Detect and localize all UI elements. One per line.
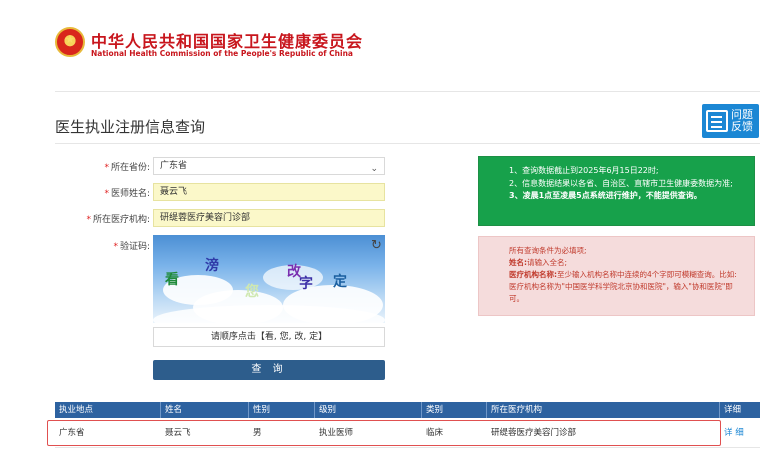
site-header: 中华人民共和国国家卫生健康委员会 National Health Commiss… <box>0 0 782 80</box>
document-icon <box>706 110 728 132</box>
province-value: 广东省 <box>160 161 188 171</box>
notice-req-line-1: 所有查询条件为必填项; <box>509 246 587 255</box>
captcha-label: * 验证码: <box>113 242 150 252</box>
captcha-hint: 请顺序点击【看, 您, 改, 定】 <box>153 327 385 347</box>
page-title: 医生执业注册信息查询 <box>55 118 206 136</box>
notice-info-line-3: 3、凌晨1点至凌晨5点系统进行维护，不能提供查询。 <box>509 191 702 200</box>
col-gender: 性别 <box>249 402 315 418</box>
row-divider <box>55 447 760 448</box>
national-emblem-icon <box>55 27 85 57</box>
doctor-name-label: * 医师姓名: <box>104 189 150 199</box>
col-location: 执业地点 <box>55 402 161 418</box>
results-table-header: 执业地点 姓名 性别 级别 类别 所在医疗机构 详细 <box>55 402 760 418</box>
col-institution: 所在医疗机构 <box>487 402 720 418</box>
feedback-button[interactable]: 问题 反馈 <box>702 104 759 138</box>
detail-link[interactable]: 详 细 <box>720 422 760 444</box>
captcha-image[interactable]: 看 滂 您 改 字 定 <box>153 235 385 323</box>
chevron-down-icon: ⌄ <box>370 164 378 174</box>
title-divider <box>55 143 760 144</box>
notice-requirements: 所有查询条件为必填项; 姓名:请输入全名; 医疗机构名称:至少输入机构名称中连续… <box>478 236 755 316</box>
col-detail: 详细 <box>724 405 742 415</box>
captcha-char-5[interactable]: 字 <box>299 273 313 293</box>
refresh-icon[interactable]: ↻ <box>371 238 382 253</box>
doctor-name-input[interactable]: 聂云飞 <box>153 183 385 201</box>
col-name: 姓名 <box>161 402 249 418</box>
province-label: * 所在省份: <box>104 163 150 173</box>
notice-info: 1、查询数据截止到2025年6月15日22时; 2、信息数据结果以各省、自治区、… <box>478 156 755 226</box>
institution-label: * 所在医疗机构: <box>86 215 150 225</box>
captcha-char-1[interactable]: 看 <box>165 269 179 289</box>
header-divider <box>55 91 760 92</box>
col-level: 级别 <box>315 402 422 418</box>
query-button[interactable]: 查 询 <box>153 360 385 380</box>
captcha-char-6[interactable]: 定 <box>333 271 347 291</box>
notice-req-institution: 医疗机构名称:至少输入机构名称中连续的4个字即可模糊查询。比如: 医疗机构名称为… <box>509 270 737 303</box>
col-category: 类别 <box>422 402 487 418</box>
captcha-char-2[interactable]: 滂 <box>205 255 219 275</box>
notice-info-line-2: 2、信息数据结果以各省、自治区、直辖市卫生健康委数据为准; <box>509 178 733 188</box>
institution-input[interactable]: 研缇蓉医疗美容门诊部 <box>153 209 385 227</box>
notice-req-name: 姓名:请输入全名; <box>509 258 568 267</box>
notice-info-line-1: 1、查询数据截止到2025年6月15日22时; <box>509 166 659 175</box>
feedback-button-label: 问题 反馈 <box>731 108 753 133</box>
org-name-en: National Health Commission of the People… <box>91 49 353 58</box>
row-highlight-box <box>47 420 721 446</box>
captcha-char-3[interactable]: 您 <box>245 281 259 301</box>
province-select[interactable]: 广东省 ⌄ <box>153 157 385 175</box>
